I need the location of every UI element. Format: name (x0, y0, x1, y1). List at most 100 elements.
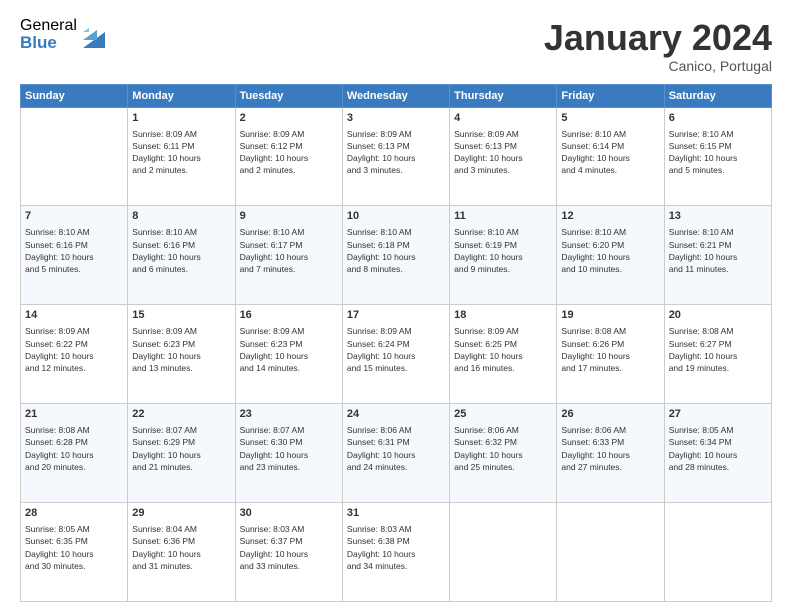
title-block: January 2024 Canico, Portugal (544, 18, 772, 74)
day-number: 1 (132, 111, 230, 127)
calendar-cell-w2-d1: 7Sunrise: 8:10 AMSunset: 6:16 PMDaylight… (21, 206, 128, 305)
calendar-cell-w5-d5 (450, 503, 557, 602)
header: General Blue January 2024 Canico, Portug… (20, 18, 772, 74)
day-number: 17 (347, 308, 445, 324)
calendar-cell-w1-d1 (21, 107, 128, 206)
day-number: 8 (132, 209, 230, 225)
calendar-cell-w3-d5: 18Sunrise: 8:09 AMSunset: 6:25 PMDayligh… (450, 305, 557, 404)
day-info: Sunrise: 8:04 AMSunset: 6:36 PMDaylight:… (132, 523, 230, 572)
day-number: 23 (240, 407, 338, 423)
calendar-cell-w4-d6: 26Sunrise: 8:06 AMSunset: 6:33 PMDayligh… (557, 404, 664, 503)
day-info: Sunrise: 8:10 AMSunset: 6:15 PMDaylight:… (669, 128, 767, 177)
calendar-cell-w3-d4: 17Sunrise: 8:09 AMSunset: 6:24 PMDayligh… (342, 305, 449, 404)
day-number: 25 (454, 407, 552, 423)
day-info: Sunrise: 8:08 AMSunset: 6:27 PMDaylight:… (669, 325, 767, 374)
calendar-cell-w1-d6: 5Sunrise: 8:10 AMSunset: 6:14 PMDaylight… (557, 107, 664, 206)
day-number: 14 (25, 308, 123, 324)
calendar-cell-w2-d4: 10Sunrise: 8:10 AMSunset: 6:18 PMDayligh… (342, 206, 449, 305)
day-info: Sunrise: 8:06 AMSunset: 6:32 PMDaylight:… (454, 424, 552, 473)
col-friday: Friday (557, 84, 664, 107)
day-info: Sunrise: 8:09 AMSunset: 6:25 PMDaylight:… (454, 325, 552, 374)
day-info: Sunrise: 8:09 AMSunset: 6:13 PMDaylight:… (454, 128, 552, 177)
day-number: 11 (454, 209, 552, 225)
col-sunday: Sunday (21, 84, 128, 107)
day-number: 20 (669, 308, 767, 324)
day-number: 7 (25, 209, 123, 225)
col-thursday: Thursday (450, 84, 557, 107)
day-info: Sunrise: 8:07 AMSunset: 6:30 PMDaylight:… (240, 424, 338, 473)
calendar-cell-w1-d3: 2Sunrise: 8:09 AMSunset: 6:12 PMDaylight… (235, 107, 342, 206)
day-number: 12 (561, 209, 659, 225)
week-row-3: 14Sunrise: 8:09 AMSunset: 6:22 PMDayligh… (21, 305, 772, 404)
day-number: 18 (454, 308, 552, 324)
calendar-cell-w4-d2: 22Sunrise: 8:07 AMSunset: 6:29 PMDayligh… (128, 404, 235, 503)
day-info: Sunrise: 8:05 AMSunset: 6:34 PMDaylight:… (669, 424, 767, 473)
calendar-cell-w5-d7 (664, 503, 771, 602)
day-number: 21 (25, 407, 123, 423)
col-tuesday: Tuesday (235, 84, 342, 107)
day-number: 26 (561, 407, 659, 423)
week-row-5: 28Sunrise: 8:05 AMSunset: 6:35 PMDayligh… (21, 503, 772, 602)
day-info: Sunrise: 8:10 AMSunset: 6:14 PMDaylight:… (561, 128, 659, 177)
logo: General Blue (20, 18, 105, 51)
header-row: Sunday Monday Tuesday Wednesday Thursday… (21, 84, 772, 107)
day-number: 24 (347, 407, 445, 423)
day-info: Sunrise: 8:10 AMSunset: 6:20 PMDaylight:… (561, 226, 659, 275)
day-info: Sunrise: 8:09 AMSunset: 6:24 PMDaylight:… (347, 325, 445, 374)
calendar-cell-w5-d4: 31Sunrise: 8:03 AMSunset: 6:38 PMDayligh… (342, 503, 449, 602)
day-number: 19 (561, 308, 659, 324)
calendar-cell-w2-d2: 8Sunrise: 8:10 AMSunset: 6:16 PMDaylight… (128, 206, 235, 305)
day-info: Sunrise: 8:09 AMSunset: 6:12 PMDaylight:… (240, 128, 338, 177)
col-monday: Monday (128, 84, 235, 107)
week-row-2: 7Sunrise: 8:10 AMSunset: 6:16 PMDaylight… (21, 206, 772, 305)
day-number: 30 (240, 506, 338, 522)
day-info: Sunrise: 8:09 AMSunset: 6:13 PMDaylight:… (347, 128, 445, 177)
calendar-cell-w5-d2: 29Sunrise: 8:04 AMSunset: 6:36 PMDayligh… (128, 503, 235, 602)
logo-general: General (20, 18, 77, 34)
day-info: Sunrise: 8:10 AMSunset: 6:16 PMDaylight:… (132, 226, 230, 275)
calendar-cell-w3-d1: 14Sunrise: 8:09 AMSunset: 6:22 PMDayligh… (21, 305, 128, 404)
logo-blue: Blue (20, 34, 77, 51)
day-number: 15 (132, 308, 230, 324)
calendar-cell-w1-d7: 6Sunrise: 8:10 AMSunset: 6:15 PMDaylight… (664, 107, 771, 206)
day-number: 6 (669, 111, 767, 127)
day-info: Sunrise: 8:08 AMSunset: 6:26 PMDaylight:… (561, 325, 659, 374)
col-wednesday: Wednesday (342, 84, 449, 107)
day-info: Sunrise: 8:08 AMSunset: 6:28 PMDaylight:… (25, 424, 123, 473)
page: General Blue January 2024 Canico, Portug… (0, 0, 792, 612)
day-info: Sunrise: 8:06 AMSunset: 6:33 PMDaylight:… (561, 424, 659, 473)
day-info: Sunrise: 8:03 AMSunset: 6:37 PMDaylight:… (240, 523, 338, 572)
day-number: 31 (347, 506, 445, 522)
day-info: Sunrise: 8:10 AMSunset: 6:19 PMDaylight:… (454, 226, 552, 275)
day-number: 13 (669, 209, 767, 225)
day-number: 16 (240, 308, 338, 324)
calendar-cell-w5-d6 (557, 503, 664, 602)
calendar-cell-w1-d4: 3Sunrise: 8:09 AMSunset: 6:13 PMDaylight… (342, 107, 449, 206)
day-number: 27 (669, 407, 767, 423)
day-number: 28 (25, 506, 123, 522)
calendar-cell-w3-d3: 16Sunrise: 8:09 AMSunset: 6:23 PMDayligh… (235, 305, 342, 404)
day-number: 9 (240, 209, 338, 225)
calendar-cell-w4-d7: 27Sunrise: 8:05 AMSunset: 6:34 PMDayligh… (664, 404, 771, 503)
calendar-cell-w5-d3: 30Sunrise: 8:03 AMSunset: 6:37 PMDayligh… (235, 503, 342, 602)
col-saturday: Saturday (664, 84, 771, 107)
day-info: Sunrise: 8:09 AMSunset: 6:22 PMDaylight:… (25, 325, 123, 374)
day-info: Sunrise: 8:10 AMSunset: 6:18 PMDaylight:… (347, 226, 445, 275)
day-info: Sunrise: 8:03 AMSunset: 6:38 PMDaylight:… (347, 523, 445, 572)
calendar-cell-w3-d7: 20Sunrise: 8:08 AMSunset: 6:27 PMDayligh… (664, 305, 771, 404)
week-row-4: 21Sunrise: 8:08 AMSunset: 6:28 PMDayligh… (21, 404, 772, 503)
day-info: Sunrise: 8:07 AMSunset: 6:29 PMDaylight:… (132, 424, 230, 473)
calendar-cell-w4-d1: 21Sunrise: 8:08 AMSunset: 6:28 PMDayligh… (21, 404, 128, 503)
calendar-location: Canico, Portugal (544, 58, 772, 74)
day-info: Sunrise: 8:09 AMSunset: 6:23 PMDaylight:… (240, 325, 338, 374)
day-number: 2 (240, 111, 338, 127)
day-info: Sunrise: 8:10 AMSunset: 6:16 PMDaylight:… (25, 226, 123, 275)
day-number: 4 (454, 111, 552, 127)
day-number: 29 (132, 506, 230, 522)
calendar-cell-w1-d5: 4Sunrise: 8:09 AMSunset: 6:13 PMDaylight… (450, 107, 557, 206)
calendar-cell-w4-d5: 25Sunrise: 8:06 AMSunset: 6:32 PMDayligh… (450, 404, 557, 503)
day-info: Sunrise: 8:05 AMSunset: 6:35 PMDaylight:… (25, 523, 123, 572)
day-info: Sunrise: 8:06 AMSunset: 6:31 PMDaylight:… (347, 424, 445, 473)
calendar-cell-w3-d6: 19Sunrise: 8:08 AMSunset: 6:26 PMDayligh… (557, 305, 664, 404)
calendar-cell-w2-d6: 12Sunrise: 8:10 AMSunset: 6:20 PMDayligh… (557, 206, 664, 305)
